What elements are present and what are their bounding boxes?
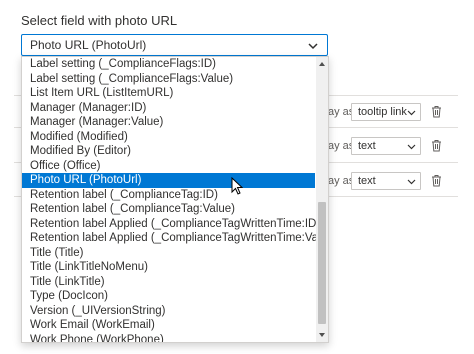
scroll-up-arrow-icon[interactable] (318, 60, 326, 68)
option-label: Retention label (_ComplianceTag:ID) (30, 188, 218, 201)
option-label: Label setting (_ComplianceFlags:Value) (30, 72, 234, 85)
option-label: Retention label (_ComplianceTag:Value) (30, 203, 235, 215)
dropdown-option[interactable]: Modified By (Editor) (22, 144, 315, 159)
format-row: ay as text (320, 172, 460, 192)
format-row: ay as text (320, 137, 460, 157)
chevron-down-icon (407, 144, 416, 150)
chevron-down-icon (407, 179, 416, 185)
scrollbar-thumb[interactable] (318, 202, 326, 324)
option-label: List Item URL (ListItemURL) (30, 87, 174, 99)
option-label: Work Email (WorkEmail) (30, 319, 155, 331)
select-value: Photo URL (PhotoUrl) (30, 38, 147, 52)
mouse-cursor-icon (231, 177, 243, 195)
chevron-down-icon[interactable] (307, 40, 319, 52)
option-label: Modified (Modified) (30, 130, 128, 143)
display-as-value: tooltip link (358, 106, 407, 118)
scroll-down-arrow-icon[interactable] (318, 331, 326, 339)
dropdown-option[interactable]: Title (LinkTitleNoMenu) (22, 260, 315, 275)
option-label: Modified By (Editor) (30, 145, 131, 157)
option-label: Version (_UIVersionString) (30, 304, 166, 317)
dropdown-option[interactable]: Office (Office) (22, 159, 315, 174)
option-label: Title (Title) (30, 246, 84, 259)
option-label: Office (Office) (30, 159, 101, 172)
dropdown-option-selected[interactable]: Photo URL (PhotoUrl) (22, 173, 315, 188)
field-dropdown-list: Label setting (_ComplianceFlags:ID) Labe… (21, 56, 329, 343)
dropdown-option[interactable]: List Item URL (ListItemURL) (22, 86, 315, 101)
option-label: Retention label Applied (_ComplianceTagW… (30, 217, 321, 230)
dropdown-option[interactable]: Manager (Manager:ID) (22, 101, 315, 116)
dropdown-scrollbar[interactable] (316, 57, 328, 342)
option-label: Manager (Manager:Value) (30, 116, 164, 128)
display-as-value: text (358, 140, 376, 152)
dropdown-option[interactable]: Work Email (WorkEmail) (22, 318, 315, 333)
option-label: Label setting (_ComplianceFlags:ID) (30, 58, 217, 70)
display-as-value: text (358, 175, 376, 187)
dropdown-option[interactable]: Title (Title) (22, 246, 315, 261)
dropdown-option[interactable]: Retention label (_ComplianceTag:Value) (22, 202, 315, 217)
trash-icon[interactable] (431, 139, 442, 152)
dropdown-option[interactable]: Work Phone (WorkPhone) (22, 333, 315, 343)
option-label: Work Phone (WorkPhone) (30, 333, 164, 343)
dropdown-option[interactable]: Retention label Applied (_ComplianceTagW… (22, 231, 328, 246)
dropdown-option[interactable]: Manager (Manager:Value) (22, 115, 315, 130)
dropdown-option[interactable]: Retention label (_ComplianceTag:ID) (22, 188, 315, 203)
option-label: Title (LinkTitleNoMenu) (30, 261, 149, 273)
dropdown-option[interactable]: Modified (Modified) (22, 130, 315, 145)
option-label: Type (DocIcon) (30, 290, 108, 302)
option-label: Photo URL (PhotoUrl) (30, 174, 142, 186)
trash-icon[interactable] (431, 105, 442, 118)
trash-icon[interactable] (431, 174, 442, 187)
dropdown-option[interactable]: Retention label Applied (_ComplianceTagW… (22, 217, 320, 232)
dropdown-option[interactable]: Label setting (_ComplianceFlags:Value) (22, 72, 315, 87)
photo-url-field-select[interactable]: Photo URL (PhotoUrl) (21, 34, 328, 56)
display-as-select[interactable]: text (351, 137, 421, 155)
dropdown-option[interactable]: Title (LinkTitle) (22, 275, 315, 290)
format-row: ay as tooltip link (320, 103, 460, 123)
dropdown-option[interactable]: Label setting (_ComplianceFlags:ID) (22, 57, 315, 72)
dropdown-option[interactable]: Version (_UIVersionString) (22, 304, 315, 319)
option-label: Retention label Applied (_ComplianceTagW… (30, 232, 329, 244)
display-as-select[interactable]: text (351, 172, 421, 190)
option-label: Title (LinkTitle) (30, 275, 105, 288)
field-label: Select field with photo URL (21, 13, 178, 28)
display-as-select[interactable]: tooltip link (351, 103, 421, 121)
option-label: Manager (Manager:ID) (30, 101, 147, 114)
dropdown-option[interactable]: Type (DocIcon) (22, 289, 315, 304)
chevron-down-icon (407, 110, 416, 116)
